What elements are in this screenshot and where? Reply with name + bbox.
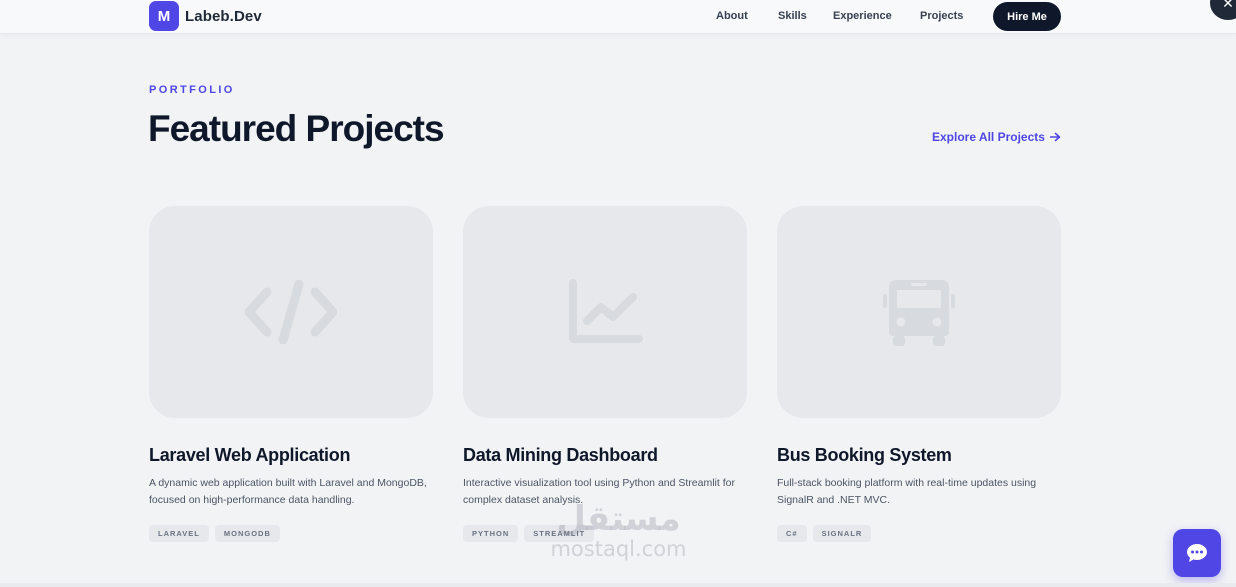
nav-link-about[interactable]: About: [716, 10, 748, 22]
nav-link-skills[interactable]: Skills: [778, 10, 807, 22]
arrow-right-icon: [1049, 132, 1061, 142]
line-chart-icon: [569, 279, 643, 343]
project-card-bus-booking[interactable]: Bus Booking System Full-stack booking pl…: [777, 206, 1061, 542]
mostaql-watermark: مستقل mostaql.com: [541, 500, 696, 560]
top-navbar: M Labeb.Dev About Skills Experience Proj…: [0, 0, 1236, 34]
project-card-laravel[interactable]: Laravel Web Application A dynamic web ap…: [149, 206, 433, 542]
tag-signalr: SIGNALR: [812, 525, 872, 542]
tag-python: PYTHON: [463, 525, 519, 542]
project-thumbnail: [777, 206, 1061, 418]
site-logo[interactable]: M Labeb.Dev: [149, 1, 262, 31]
bus-icon: [883, 280, 955, 346]
project-tags: C# SIGNALR: [777, 525, 1061, 542]
section-eyebrow: PORTFOLIO: [149, 84, 235, 96]
tag-mongodb: MONGODB: [214, 525, 280, 542]
chat-bubble-icon: [1187, 544, 1207, 562]
tag-laravel: LARAVEL: [149, 525, 209, 542]
logo-text: Labeb.Dev: [185, 7, 262, 25]
project-title: Data Mining Dashboard: [463, 445, 658, 465]
explore-all-projects-link[interactable]: Explore All Projects: [932, 130, 1061, 144]
watermark-latin: mostaql.com: [550, 537, 687, 561]
project-title: Laravel Web Application: [149, 445, 351, 465]
project-tags: LARAVEL MONGODB: [149, 525, 433, 542]
project-description: A dynamic web application built with Lar…: [149, 477, 427, 506]
project-title: Bus Booking System: [777, 445, 952, 465]
bottom-divider: [0, 583, 1236, 587]
code-icon: [245, 280, 337, 344]
nav-link-projects[interactable]: Projects: [920, 10, 963, 22]
project-card-data-mining[interactable]: Data Mining Dashboard Interactive visual…: [463, 206, 747, 542]
explore-link-label: Explore All Projects: [932, 130, 1045, 144]
nav-link-experience[interactable]: Experience: [833, 10, 892, 22]
project-thumbnail: [149, 206, 433, 418]
project-thumbnail: [463, 206, 747, 418]
page-title: Featured Projects: [148, 108, 445, 149]
tag-csharp: C#: [777, 525, 807, 542]
chat-button[interactable]: [1173, 529, 1221, 577]
logo-mark: M: [149, 1, 179, 31]
watermark-arabic: مستقل: [556, 499, 681, 539]
hire-me-button[interactable]: Hire Me: [993, 2, 1061, 31]
project-description: Full-stack booking platform with real-ti…: [777, 477, 1037, 506]
